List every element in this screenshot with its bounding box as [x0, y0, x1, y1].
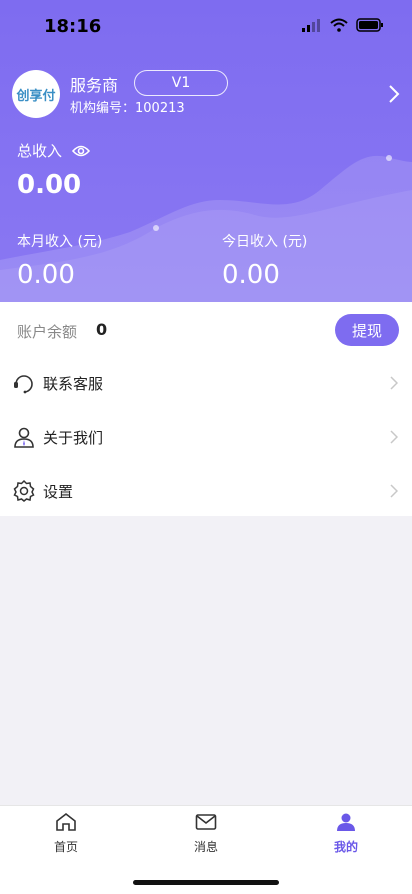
today-income-label: 今日收入 (元) [222, 234, 308, 250]
chevron-right-icon[interactable] [388, 84, 400, 104]
tab-mine[interactable]: 我的 [306, 812, 386, 856]
person-icon [337, 813, 355, 831]
signal-icon [302, 19, 320, 32]
menu-item-settings[interactable]: 设置 [0, 464, 412, 518]
chevron-right-icon [390, 430, 398, 444]
total-income-text: 总收入 [17, 142, 63, 160]
status-time: 18:16 [44, 16, 102, 37]
eye-icon[interactable] [72, 144, 91, 158]
avatar-logo-text: 创享付 [16, 88, 56, 104]
org-label: 机构编号： [70, 101, 136, 116]
org-value: 100213 [135, 101, 185, 116]
battery-icon [356, 18, 383, 32]
chevron-right-icon [390, 376, 398, 390]
income-header: 18:16 创享付 服务商 V1 机构编号：100213 总收入 0.00 本月… [0, 0, 412, 302]
menu-label-settings: 设置 [43, 483, 74, 501]
total-income-label: 总收入 [17, 140, 91, 161]
home-indicator [133, 880, 279, 885]
headset-icon [14, 375, 33, 394]
tab-home-label: 首页 [53, 840, 78, 854]
status-bar: 18:16 [0, 0, 412, 52]
menu-label-contact-support: 联系客服 [43, 375, 104, 393]
wifi-icon [330, 18, 348, 32]
month-income-label: 本月收入 (元) [17, 234, 103, 250]
withdraw-button[interactable]: 提现 [335, 314, 399, 346]
avatar[interactable]: 创享付 [12, 70, 60, 118]
version-badge: V1 [134, 70, 228, 96]
month-income-value: 0.00 [17, 260, 75, 290]
today-income-value: 0.00 [222, 260, 280, 290]
home-icon [56, 812, 76, 831]
org-number: 机构编号：100213 [70, 97, 185, 116]
tab-mine-label: 我的 [333, 840, 358, 854]
account-card: 账户余额 0 提现 联系客服 关于我们 设置 [0, 302, 412, 516]
menu-item-contact-support[interactable]: 联系客服 [0, 356, 412, 410]
menu-item-about-us[interactable]: 关于我们 [0, 410, 412, 464]
tab-home[interactable]: 首页 [26, 812, 106, 856]
gear-icon [13, 479, 35, 502]
balance-value: 0 [96, 320, 108, 339]
menu-label-about-us: 关于我们 [43, 429, 104, 447]
tab-messages-label: 消息 [193, 840, 218, 854]
profile-row[interactable]: 创享付 服务商 V1 机构编号：100213 [12, 68, 402, 120]
provider-label: 服务商 [70, 76, 119, 95]
chevron-right-icon [390, 484, 398, 498]
mail-icon [195, 814, 217, 830]
status-icons [302, 18, 384, 32]
tab-messages[interactable]: 消息 [166, 812, 246, 856]
user-icon [14, 427, 34, 448]
balance-label: 账户余额 [17, 323, 78, 341]
total-income-value: 0.00 [17, 170, 82, 200]
